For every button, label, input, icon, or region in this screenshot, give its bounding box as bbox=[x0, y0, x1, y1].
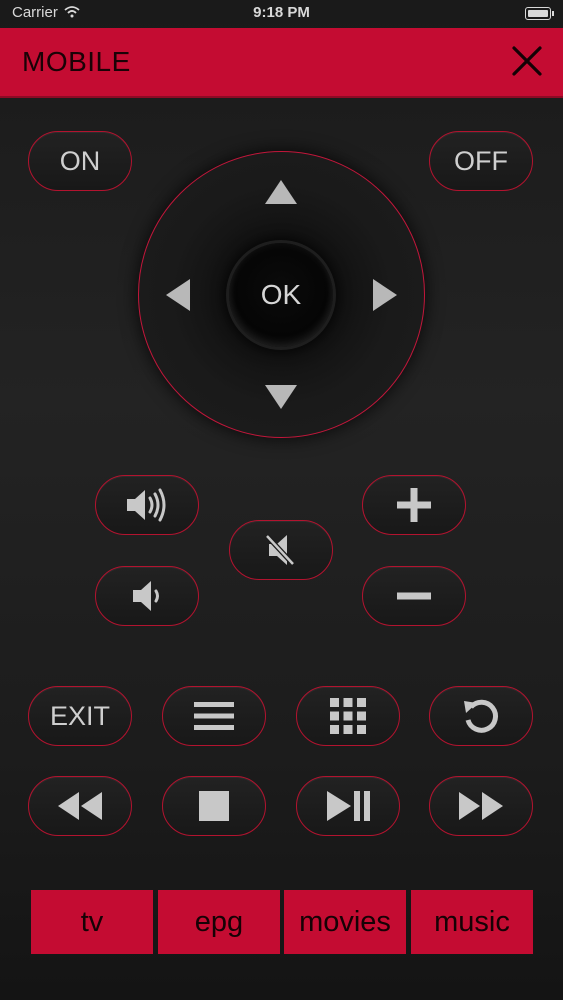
stop-button[interactable] bbox=[162, 776, 266, 836]
power-off-label: OFF bbox=[454, 145, 508, 176]
grid-icon bbox=[330, 698, 366, 734]
exit-label: EXIT bbox=[49, 700, 110, 731]
title-bar: MOBILE bbox=[0, 28, 563, 98]
arrow-down-button[interactable] bbox=[264, 383, 298, 411]
fast-forward-button[interactable] bbox=[429, 776, 533, 836]
plus-icon bbox=[397, 488, 431, 522]
play-pause-button[interactable] bbox=[296, 776, 400, 836]
tab-music-label: music bbox=[434, 905, 510, 938]
exit-button[interactable]: EXIT bbox=[28, 686, 132, 746]
status-bar: Carrier 9:18 PM bbox=[0, 0, 563, 26]
keypad-button[interactable] bbox=[296, 686, 400, 746]
power-on-label: ON bbox=[59, 145, 101, 176]
close-icon bbox=[512, 46, 542, 76]
volume-low-icon bbox=[133, 581, 159, 611]
stop-icon bbox=[199, 791, 229, 821]
arrow-left-button[interactable] bbox=[164, 278, 192, 312]
power-off-button[interactable]: OFF bbox=[429, 131, 533, 191]
tab-tv[interactable]: tv bbox=[31, 890, 153, 954]
bottom-tab-bar: tv epg movies music bbox=[31, 890, 533, 954]
volume-down-button[interactable] bbox=[95, 566, 199, 626]
page-title: MOBILE bbox=[22, 46, 131, 77]
tab-movies-label: movies bbox=[299, 905, 391, 938]
play-pause-icon bbox=[327, 791, 370, 821]
tab-music[interactable]: music bbox=[411, 890, 533, 954]
status-time: 9:18 PM bbox=[253, 4, 310, 21]
refresh-icon bbox=[464, 699, 498, 733]
minus-icon bbox=[397, 592, 431, 600]
remote-screen: Carrier 9:18 PM MOBILE ON OFF OK EXIT tv… bbox=[0, 0, 563, 1000]
hamburger-menu-icon bbox=[194, 702, 234, 730]
mute-icon bbox=[265, 534, 295, 566]
fast-forward-icon bbox=[459, 792, 503, 820]
ok-button[interactable]: OK bbox=[229, 243, 333, 347]
channel-up-button[interactable] bbox=[362, 475, 466, 535]
arrow-up-button[interactable] bbox=[264, 178, 298, 206]
power-on-button[interactable]: ON bbox=[28, 131, 132, 191]
close-button[interactable] bbox=[511, 45, 543, 77]
rewind-icon bbox=[58, 792, 102, 820]
rewind-button[interactable] bbox=[28, 776, 132, 836]
tab-movies[interactable]: movies bbox=[284, 890, 406, 954]
ok-label: OK bbox=[260, 279, 302, 310]
tab-epg[interactable]: epg bbox=[158, 890, 280, 954]
channel-down-button[interactable] bbox=[362, 566, 466, 626]
volume-loud-icon bbox=[127, 488, 166, 522]
volume-up-button[interactable] bbox=[95, 475, 199, 535]
back-button[interactable] bbox=[429, 686, 533, 746]
mute-button[interactable] bbox=[229, 520, 333, 580]
tab-epg-label: epg bbox=[194, 905, 244, 938]
menu-button[interactable] bbox=[162, 686, 266, 746]
arrow-right-button[interactable] bbox=[371, 278, 399, 312]
tab-tv-label: tv bbox=[80, 905, 104, 938]
battery-icon bbox=[525, 7, 554, 20]
